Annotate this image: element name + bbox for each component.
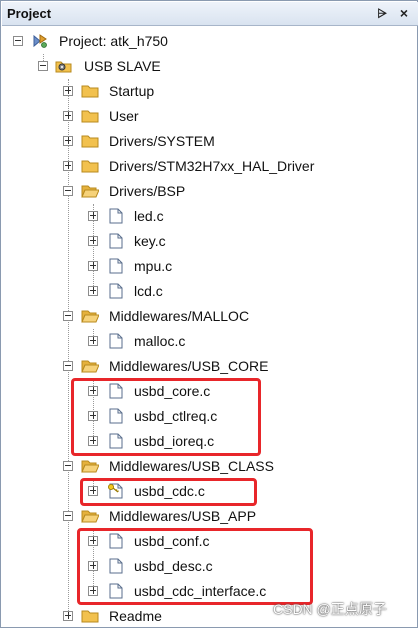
group-label: Startup bbox=[109, 83, 155, 99]
expand-toggle[interactable] bbox=[63, 611, 73, 621]
tree-group-mw-malloc[interactable]: Middlewares/MALLOC bbox=[1, 304, 401, 329]
project-panel: Project ⩥ × Project: atk_h750 USB SLAVE … bbox=[0, 0, 418, 628]
expand-toggle[interactable] bbox=[88, 236, 98, 246]
tree-item-target[interactable]: USB SLAVE bbox=[1, 54, 401, 79]
panel-title: Project bbox=[7, 6, 52, 21]
highlight-box-usb-core bbox=[71, 378, 261, 456]
file-label: mpu.c bbox=[134, 258, 173, 274]
open-folder-icon bbox=[81, 358, 100, 374]
tree-group-drivers-hal[interactable]: Drivers/STM32H7xx_HAL_Driver bbox=[1, 154, 401, 179]
group-label: Middlewares/MALLOC bbox=[109, 308, 250, 324]
tree-group-user[interactable]: User bbox=[1, 104, 401, 129]
c-file-icon bbox=[107, 233, 125, 249]
collapse-toggle[interactable] bbox=[63, 461, 73, 471]
file-label: lcd.c bbox=[134, 283, 163, 299]
panel-titlebar: Project ⩥ × bbox=[2, 2, 418, 26]
tree-file-lcd[interactable]: lcd.c bbox=[1, 279, 401, 304]
c-file-icon bbox=[107, 283, 125, 299]
project-icon bbox=[31, 33, 49, 49]
folder-icon bbox=[81, 133, 99, 149]
watermark: CSDN @正点原子 bbox=[273, 601, 387, 617]
collapse-toggle[interactable] bbox=[63, 311, 73, 321]
file-label: key.c bbox=[134, 233, 166, 249]
tree-file-key[interactable]: key.c bbox=[1, 229, 401, 254]
group-label: Middlewares/USB_APP bbox=[109, 508, 257, 524]
folder-icon bbox=[81, 158, 99, 174]
tree-group-mw-usb-app[interactable]: Middlewares/USB_APP bbox=[1, 504, 401, 529]
tree-item-project[interactable]: Project: atk_h750 bbox=[1, 29, 401, 54]
group-label: Drivers/STM32H7xx_HAL_Driver bbox=[109, 158, 315, 174]
collapse-toggle[interactable] bbox=[63, 186, 73, 196]
folder-icon bbox=[81, 608, 99, 624]
tree-file-malloc[interactable]: malloc.c bbox=[1, 329, 401, 354]
target-label: USB SLAVE bbox=[84, 58, 161, 74]
expand-toggle[interactable] bbox=[63, 86, 73, 96]
tree-group-mw-usb-core[interactable]: Middlewares/USB_CORE bbox=[1, 354, 401, 379]
highlight-box-usb-app bbox=[77, 528, 313, 605]
tree-file-mpu[interactable]: mpu.c bbox=[1, 254, 401, 279]
expand-toggle[interactable] bbox=[63, 111, 73, 121]
collapse-toggle[interactable] bbox=[13, 36, 23, 46]
group-label: Middlewares/USB_CLASS bbox=[109, 458, 274, 474]
tree-file-led[interactable]: led.c bbox=[1, 204, 401, 229]
collapse-toggle[interactable] bbox=[63, 361, 73, 371]
folder-icon bbox=[81, 83, 99, 99]
collapse-toggle[interactable] bbox=[63, 511, 73, 521]
expand-toggle[interactable] bbox=[63, 136, 73, 146]
group-label: User bbox=[109, 108, 139, 124]
group-label: Middlewares/USB_CORE bbox=[109, 358, 269, 374]
tree-group-drivers-bsp[interactable]: Drivers/BSP bbox=[1, 179, 401, 204]
highlight-box-usb-class bbox=[80, 478, 257, 506]
pin-icon[interactable]: ⩥ bbox=[374, 5, 390, 21]
collapse-toggle[interactable] bbox=[38, 61, 48, 71]
tree-group-mw-usb-class[interactable]: Middlewares/USB_CLASS bbox=[1, 454, 401, 479]
c-file-icon bbox=[107, 333, 125, 349]
c-file-icon bbox=[107, 208, 125, 224]
folder-icon bbox=[81, 108, 99, 124]
expand-toggle[interactable] bbox=[88, 336, 98, 346]
group-label: Readme bbox=[109, 608, 162, 624]
expand-toggle[interactable] bbox=[88, 211, 98, 221]
expand-toggle[interactable] bbox=[88, 261, 98, 271]
project-label: Project: atk_h750 bbox=[59, 33, 168, 49]
file-label: led.c bbox=[134, 208, 164, 224]
open-folder-icon bbox=[81, 308, 100, 324]
file-label: malloc.c bbox=[134, 333, 186, 349]
open-folder-icon bbox=[81, 458, 100, 474]
group-label: Drivers/BSP bbox=[109, 183, 186, 199]
expand-toggle[interactable] bbox=[63, 161, 73, 171]
close-icon[interactable]: × bbox=[396, 5, 412, 21]
tree-group-startup[interactable]: Startup bbox=[1, 79, 401, 104]
tree-group-drivers-system[interactable]: Drivers/SYSTEM bbox=[1, 129, 401, 154]
open-folder-icon bbox=[81, 183, 100, 199]
target-folder-icon bbox=[55, 58, 73, 74]
expand-toggle[interactable] bbox=[88, 286, 98, 296]
open-folder-icon bbox=[81, 508, 100, 524]
c-file-icon bbox=[107, 258, 125, 274]
group-label: Drivers/SYSTEM bbox=[109, 133, 215, 149]
